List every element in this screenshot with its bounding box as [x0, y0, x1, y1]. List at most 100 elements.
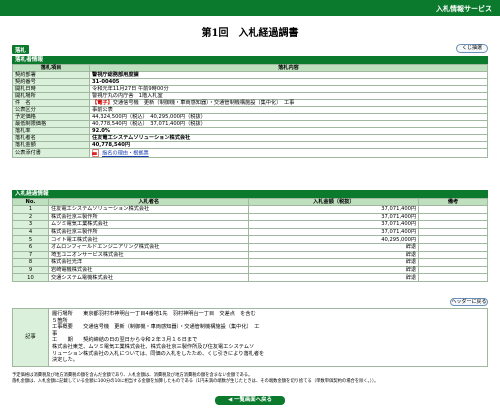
bid-amount: 辞退	[248, 273, 420, 282]
notes-label: 記事	[12, 308, 49, 367]
award-row-text: 40,778,540円	[92, 142, 131, 148]
bid-remark	[418, 235, 488, 244]
award-row-label: 公表添付書	[12, 148, 90, 158]
award-row: 落札者名 住友電工システムソリューション株式会社	[12, 134, 488, 142]
award-section: 落札者情報 落札項目 落札内容 契約部署 警視庁総務部用度課 契約番号 31-0040…	[12, 56, 488, 158]
award-row-text: 令和元年11月27日 午前9時00分	[92, 86, 169, 92]
bids-col-amount: 入札金額（税抜）	[248, 198, 420, 206]
award-row-label: 開札日時	[12, 85, 90, 93]
award-row-value: 警視庁総務部用度課	[89, 71, 488, 79]
bids-col-no: No.	[12, 198, 49, 206]
bidder-name: ムツミ電気工業株式会社	[47, 220, 250, 229]
award-row-label: 予定価格	[12, 113, 90, 121]
award-row-value: 31-00405	[89, 78, 488, 86]
bid-no: 7	[12, 250, 49, 260]
award-row: 契約部署 警視庁総務部用度課	[12, 71, 488, 79]
award-row: 開札場所 警視庁丸の内庁舎 1階入札室	[12, 92, 488, 100]
bid-row: 7 埼玉ユニオンサービス株式会社 辞退	[12, 250, 488, 260]
award-row: 契約番号 31-00405	[12, 78, 488, 86]
award-row: 開札日時 令和元年11月27日 午前9時00分	[12, 85, 488, 93]
award-row-text: 交通信号機 更新（制御機・車両感知器）・交通管制機構施設（集中化） 工事	[112, 100, 295, 106]
bidder-name: 岩崎電機株式会社	[47, 265, 250, 275]
bid-row: 1 住友電工システムソリューション株式会社 37,071,400円	[12, 205, 488, 214]
notes-line: 決定した。	[52, 357, 78, 364]
award-row-label: 開札場所	[12, 92, 90, 100]
bid-remark	[418, 220, 488, 229]
bid-row: 8 株式会社光洋 辞退	[12, 258, 488, 267]
bid-remark	[418, 205, 488, 214]
award-row: 予定価格 44,324,500円（税込） 40,295,000円（税抜）	[12, 113, 488, 121]
bid-remark	[418, 258, 488, 267]
bid-remark	[418, 250, 488, 260]
award-row-text: 住友電工システムソリューション株式会社	[92, 135, 191, 141]
lottery-button[interactable]: くじ抽選	[456, 44, 488, 53]
award-row-value: 40,778,540円	[89, 141, 488, 149]
award-row-value: 92.0%	[89, 127, 488, 135]
bids-col-name: 入札者名	[47, 198, 250, 206]
award-col-item: 落札項目	[12, 64, 90, 72]
bid-no: 5	[12, 235, 49, 244]
award-row-label: 契約部署	[12, 71, 90, 79]
bid-row: 3 ムツミ電気工業株式会社 37,071,400円	[12, 220, 488, 229]
notes-table: 記事 履行場所 東京都羽村市神明台一丁目4番地1先 羽村神明台一丁目 交差点 を…	[12, 308, 488, 367]
bid-remark	[418, 212, 488, 222]
bidder-name: 株式会社京三製作所	[47, 227, 250, 237]
award-row-text: 92.0%	[92, 128, 110, 134]
bid-row: 2 株式会社京三製作所 37,071,400円	[12, 212, 488, 222]
award-col-content: 落札内容	[89, 64, 488, 72]
award-row: 件 名【電子】交通信号機 更新（制御機・車両感知器）・交通管制機構施設（集中化）…	[12, 99, 488, 107]
bid-amount: 37,071,400円	[248, 212, 420, 222]
bid-no: 2	[12, 212, 49, 222]
award-row-value: 事前公表	[89, 106, 488, 114]
award-row-text: 警視庁総務部用度課	[92, 72, 139, 78]
award-row-text: 44,324,500円（税込） 40,295,000円（税抜）	[92, 114, 206, 120]
page-title: 第1回 入札経過調書	[201, 28, 299, 39]
bid-row: 5 コイト電工株式会社 40,295,000円	[12, 235, 488, 244]
award-row-text: 事前公表	[92, 107, 113, 113]
bid-amount: 辞退	[248, 250, 420, 260]
award-row-label: 落札者名	[12, 134, 90, 142]
bid-amount: 40,295,000円	[248, 235, 420, 244]
award-row-value[interactable]: 指名の理由・根拠票	[89, 148, 488, 158]
award-row: 最低制限価格 40,778,540円（税込） 37,071,400円（税抜）	[12, 120, 488, 128]
attachment-link[interactable]: 指名の理由・根拠票	[102, 151, 149, 157]
bid-row: 4 株式会社京三製作所 37,071,400円	[12, 227, 488, 237]
award-table: 落札項目 落札内容 契約部署 警視庁総務部用度課 契約番号 31-00405 開札日時令…	[12, 64, 488, 158]
bid-row: 6 オムロンフィールドエンジニアリング株式会社 辞退	[12, 242, 488, 252]
tab-award[interactable]: 落札	[12, 45, 29, 54]
award-row-value: 44,324,500円（税込） 40,295,000円（税抜）	[89, 113, 488, 121]
award-row-label: 落札金額	[12, 141, 90, 149]
bids-table: No. 入札者名 入札金額（税抜） 備考 1 住友電工システムソリューション株式会…	[12, 198, 488, 282]
service-label: 入札情報サービス	[436, 5, 492, 13]
back-to-list-button[interactable]: ◀ 一覧画面へ戻る	[215, 396, 285, 405]
award-row-value: 警視庁丸の内庁舎 1階入札室	[89, 92, 488, 100]
bids-section-title: 入札経過情報	[12, 190, 488, 198]
award-row: 落札率 92.0%	[12, 127, 488, 135]
bid-remark	[418, 273, 488, 282]
award-row: 公表添付書 指名の理由・根拠票	[12, 148, 488, 158]
award-row-value: 住友電工システムソリューション株式会社	[89, 134, 488, 142]
header-return-button[interactable]: ヘッダーに戻る	[450, 298, 488, 306]
bidder-name: 埼玉ユニオンサービス株式会社	[47, 250, 250, 260]
bid-row: 9 岩崎電機株式会社 辞退	[12, 265, 488, 275]
bids-section: 入札経過情報 No. 入札者名 入札金額（税抜） 備考 1 住友電工システムソリュ…	[12, 190, 488, 282]
notes-section: 記事 履行場所 東京都羽村市神明台一丁目4番地1先 羽村神明台一丁目 交差点 を…	[12, 308, 488, 367]
bidder-name: コイト電工株式会社	[47, 235, 250, 244]
bidder-name: 住友電工システムソリューション株式会社	[47, 205, 250, 214]
award-row-value: 40,778,540円（税込） 37,071,400円（税抜）	[89, 120, 488, 128]
award-row-label: 件 名	[12, 99, 90, 107]
award-row-value: 令和元年11月27日 午前9時00分	[89, 85, 488, 93]
bid-no: 6	[12, 242, 49, 252]
award-row-text: 警視庁丸の内庁舎 1階入札室	[92, 93, 163, 99]
bid-amount: 辞退	[248, 258, 420, 267]
notes-line: 工事概要 交通信号機 更新（制御機・車両感知器）・交通管制機構施設（集中化） 工	[52, 324, 260, 331]
award-row-label: 契約番号	[12, 78, 90, 86]
award-row-text: 31-00405	[92, 79, 120, 85]
bid-remark	[418, 227, 488, 237]
bid-no: 10	[12, 273, 49, 282]
bid-row: 10 交通システム電機株式会社 辞退	[12, 273, 488, 282]
header-bar: 入札情報サービス	[0, 0, 500, 16]
bid-amount: 37,071,400円	[248, 205, 420, 214]
bid-no: 8	[12, 258, 49, 267]
bid-no: 3	[12, 220, 49, 229]
